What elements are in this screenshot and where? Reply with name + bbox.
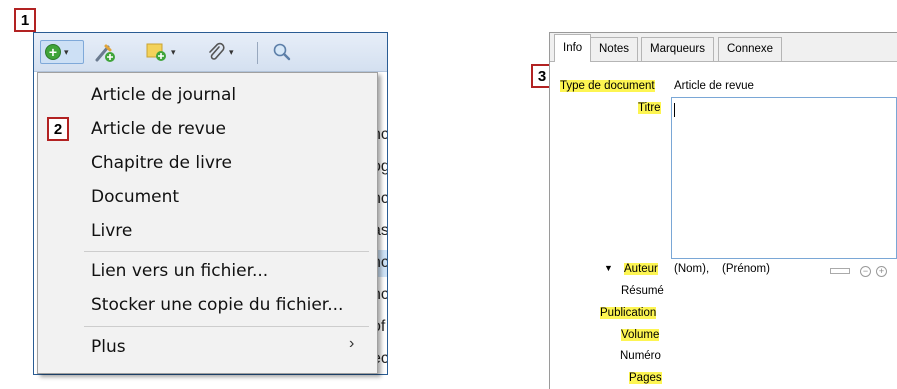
- title-label: Titre: [638, 102, 661, 114]
- items-toolbar: + ▾ ▾ ▾: [34, 33, 387, 72]
- magic-wand-icon: [95, 44, 115, 62]
- menu-item-magazine-article[interactable]: Article de revue: [91, 119, 226, 139]
- add-attachment-button[interactable]: ▾: [206, 40, 234, 64]
- menu-separator: [84, 251, 369, 252]
- new-item-from-identifier-button[interactable]: [94, 40, 116, 64]
- menu-item-journal-article[interactable]: Article de journal: [91, 85, 236, 105]
- chevron-down-icon: ▾: [64, 46, 69, 57]
- menu-item-more[interactable]: Plus: [91, 337, 126, 357]
- chevron-right-icon: ›: [349, 335, 355, 352]
- menu-item-book[interactable]: Livre: [91, 221, 132, 241]
- text-caret: [674, 103, 675, 117]
- chevron-down-icon: ▾: [229, 46, 234, 57]
- abstract-label: Résumé: [621, 285, 664, 297]
- volume-label: Volume: [621, 329, 660, 341]
- menu-item-store-file-copy[interactable]: Stocker une copie du fichier...: [91, 295, 343, 315]
- menu-item-link-to-file[interactable]: Lien vers un fichier...: [91, 261, 268, 281]
- author-label[interactable]: Auteur: [624, 263, 658, 275]
- menu-item-document[interactable]: Document: [91, 187, 179, 207]
- magnifier-icon: [273, 43, 291, 61]
- callout-2: 2: [47, 117, 69, 141]
- new-item-button[interactable]: + ▾: [40, 40, 84, 64]
- paperclip-icon: [209, 42, 225, 60]
- note-icon: [146, 43, 166, 61]
- collapse-creators-icon[interactable]: ▼: [604, 263, 613, 273]
- tab-info[interactable]: Info: [554, 34, 592, 62]
- callout-1: 1: [14, 8, 36, 32]
- tab-notes[interactable]: Notes: [590, 37, 639, 61]
- new-item-menu: Article de journal Article de revue Chap…: [37, 72, 378, 374]
- title-input[interactable]: [671, 97, 897, 259]
- add-creator-icon[interactable]: +: [876, 266, 887, 277]
- publication-label: Publication: [600, 307, 657, 319]
- chevron-down-icon: ▾: [171, 46, 176, 57]
- pages-label: Pages: [629, 372, 662, 384]
- search-button[interactable]: [272, 40, 292, 64]
- item-type-value[interactable]: Article de revue: [674, 80, 754, 92]
- menu-separator: [84, 326, 369, 327]
- switch-name-mode-icon[interactable]: [830, 268, 850, 274]
- tab-related[interactable]: Connexe: [718, 37, 783, 61]
- tab-tags[interactable]: Marqueurs: [641, 37, 714, 61]
- issue-label: Numéro: [620, 350, 661, 362]
- author-last-name[interactable]: (Nom),: [674, 263, 709, 275]
- item-pane-tabs: Info Notes Marqueurs Connexe: [550, 33, 897, 62]
- menu-item-book-section[interactable]: Chapitre de livre: [91, 153, 232, 173]
- green-plus-circle-icon: +: [45, 44, 61, 60]
- remove-creator-icon[interactable]: −: [860, 266, 871, 277]
- item-type-label: Type de document: [560, 80, 655, 92]
- toolbar-separator: [257, 42, 258, 64]
- new-note-button[interactable]: ▾: [146, 40, 176, 64]
- author-first-name[interactable]: (Prénom): [722, 263, 770, 275]
